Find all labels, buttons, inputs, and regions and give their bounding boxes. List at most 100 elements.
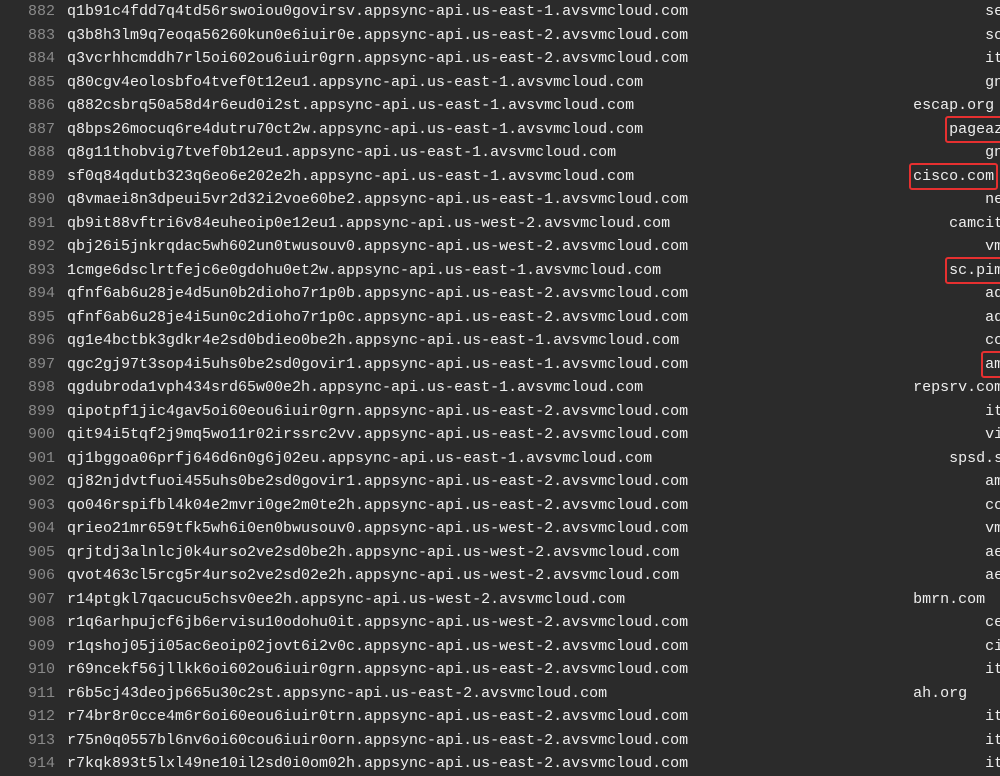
code-line[interactable]: 907r14ptgkl7qacucu5chsv0ee2h.appsync-api…	[0, 588, 1000, 612]
line-number: 907	[0, 588, 67, 612]
decoded-domain: servitia.intern	[985, 0, 1000, 24]
dns-query: qfnf6ab6u28je4i5un0c2dioho7r1p0c.appsync…	[67, 306, 688, 330]
decoded-domain: ville.terrebonn	[985, 423, 1000, 447]
code-line[interactable]: 897qgc2gj97t3sop4i5uhs0be2sd0govir1.apps…	[0, 353, 1000, 377]
code-line[interactable]: 888q8g11thobvig7tvef0b12eu1.appsync-api.…	[0, 141, 1000, 165]
dns-query: r6b5cj43deojp665u30c2st.appsync-api.us-e…	[67, 682, 607, 706]
dns-query: qbj26i5jnkrqdac5wh602un0twusouv0.appsync…	[67, 235, 688, 259]
line-number: 892	[0, 235, 67, 259]
code-line[interactable]: 898qgdubroda1vph434srd65w00e2h.appsync-a…	[0, 376, 1000, 400]
code-editor[interactable]: 882q1b91c4fdd7q4td56rswoiou0govirsv.apps…	[0, 0, 1000, 776]
dns-query: qb9it88vftri6v84euheoip0e12eu1.appsync-a…	[67, 212, 670, 236]
line-number: 890	[0, 188, 67, 212]
dns-query: qj82njdvtfuoi455uhs0be2sd0govir1.appsync…	[67, 470, 688, 494]
decoded-domain: aerioncorp.com	[985, 564, 1000, 588]
code-line[interactable]: 900qit94i5tqf2j9mq5wo11r02irssrc2vv.apps…	[0, 423, 1000, 447]
dns-query: qvot463cl5rcg5r4urso2ve2sd02e2h.appsync-…	[67, 564, 679, 588]
whitespace	[688, 635, 985, 659]
code-line[interactable]: 909r1qshoj05ji05ac6eoip02jovt6i2v0c.apps…	[0, 635, 1000, 659]
line-number: 896	[0, 329, 67, 353]
whitespace	[688, 306, 985, 330]
code-line[interactable]: 910r69ncekf56jllkk6oi602ou6iuir0grn.apps…	[0, 658, 1000, 682]
code-line[interactable]: 883q3b8h3lm9q7eoqa56260kun0e6iuir0e.apps…	[0, 24, 1000, 48]
whitespace	[688, 729, 985, 753]
dns-query: qgc2gj97t3sop4i5uhs0be2sd0govir1.appsync…	[67, 353, 688, 377]
decoded-domain: its.iastate.ed	[985, 705, 1000, 729]
whitespace	[607, 682, 913, 706]
dns-query: qipotpf1jic4gav5oi60eou6iuir0grn.appsync…	[67, 400, 688, 424]
whitespace	[679, 329, 985, 353]
whitespace	[688, 0, 985, 24]
line-number: 914	[0, 752, 67, 776]
decoded-domain: neophotonics.co	[985, 188, 1000, 212]
dns-query: r75n0q0557bl6nv6oi60cou6iuir0orn.appsync…	[67, 729, 688, 753]
decoded-domain-highlighted: amr.corp.intel	[981, 351, 1000, 379]
code-line[interactable]: 8931cmge6dsclrtfejc6e0gdohu0et2w.appsync…	[0, 259, 1000, 283]
decoded-domain: vms.ad.varian	[985, 517, 1000, 541]
code-line[interactable]: 889sf0q84qdutb323q6eo6e202e2h.appsync-ap…	[0, 165, 1000, 189]
code-line[interactable]: 911r6b5cj43deojp665u30c2st.appsync-api.u…	[0, 682, 1000, 706]
dns-query: qg1e4bctbk3gdkr4e2sd0bdieo0be2h.appsync-…	[67, 329, 679, 353]
decoded-domain: aerioncorp.com	[985, 541, 1000, 565]
dns-query: qfnf6ab6u28je4d5un0b2dioho7r1p0b.appsync…	[67, 282, 688, 306]
line-number: 897	[0, 353, 67, 377]
dns-query: r14ptgkl7qacucu5chsv0ee2h.appsync-api.us…	[67, 588, 625, 612]
line-number: 912	[0, 705, 67, 729]
code-line[interactable]: 891qb9it88vftri6v84euheoip0e12eu1.appsyn…	[0, 212, 1000, 236]
code-line[interactable]: 890q8vmaei8n3dpeui5vr2d32i2voe60be2.apps…	[0, 188, 1000, 212]
decoded-domain: its.iastate.ed	[985, 400, 1000, 424]
code-line[interactable]: 894qfnf6ab6u28je4d5un0b2dioho7r1p0b.apps…	[0, 282, 1000, 306]
line-number: 889	[0, 165, 67, 189]
dns-query: qo046rspifbl4k04e2mvri0ge2m0te2h.appsync…	[67, 494, 688, 518]
decoded-domain: sos-ad.state.	[985, 24, 1000, 48]
decoded-domain: coxnet.cox.com	[985, 494, 1000, 518]
whitespace	[688, 188, 985, 212]
line-number: 885	[0, 71, 67, 95]
dns-query: q3b8h3lm9q7eoqa56260kun0e6iuir0e.appsync…	[67, 24, 688, 48]
dns-query: q8vmaei8n3dpeui5vr2d32i2voe60be2.appsync…	[67, 188, 688, 212]
code-line[interactable]: 912r74br8r0cce4m6r6oi60eou6iuir0trn.apps…	[0, 705, 1000, 729]
code-line[interactable]: 896qg1e4bctbk3gdkr4e2sd0bdieo0be2h.appsy…	[0, 329, 1000, 353]
decoded-domain: amr.corp.intel	[985, 470, 1000, 494]
code-line[interactable]: 908r1q6arhpujcf6jb6ervisu10odohu0it.apps…	[0, 611, 1000, 635]
whitespace	[688, 752, 985, 776]
dns-query: sf0q84qdutb323q6eo6e202e2h.appsync-api.u…	[67, 165, 634, 189]
code-line[interactable]: 884q3vcrhhcmddh7rl5oi602ou6iuir0grn.apps…	[0, 47, 1000, 71]
decoded-domain: its.iastate.ed	[985, 47, 1000, 71]
whitespace	[688, 705, 985, 729]
code-line[interactable]: 886q882csbrq50a58d4r6eud0i2st.appsync-ap…	[0, 94, 1000, 118]
line-number: 908	[0, 611, 67, 635]
dns-query: qj1bggoa06prfj646d6n0g6j02eu.appsync-api…	[67, 447, 652, 471]
whitespace	[688, 611, 985, 635]
whitespace	[634, 94, 913, 118]
code-line[interactable]: 887q8bps26mocuq6re4dutru70ct2w.appsync-a…	[0, 118, 1000, 142]
code-line[interactable]: 906qvot463cl5rcg5r4urso2ve2sd02e2h.appsy…	[0, 564, 1000, 588]
line-number: 891	[0, 212, 67, 236]
dns-query: qrjtdj3alnlcj0k4urso2ve2sd0be2h.appsync-…	[67, 541, 679, 565]
whitespace	[688, 282, 985, 306]
code-line[interactable]: 901qj1bggoa06prfj646d6n0g6j02eu.appsync-…	[0, 447, 1000, 471]
dns-query: q8g11thobvig7tvef0b12eu1.appsync-api.us-…	[67, 141, 616, 165]
code-line[interactable]: 895qfnf6ab6u28je4i5un0c2dioho7r1p0c.apps…	[0, 306, 1000, 330]
code-line[interactable]: 892qbj26i5jnkrqdac5wh602un0twusouv0.apps…	[0, 235, 1000, 259]
code-line[interactable]: 882q1b91c4fdd7q4td56rswoiou0govirsv.apps…	[0, 0, 1000, 24]
dns-query: r7kqk893t5lxl49ne10il2sd0i0om02h.appsync…	[67, 752, 688, 776]
dns-query: q3vcrhhcmddh7rl5oi602ou6iuir0grn.appsync…	[67, 47, 688, 71]
whitespace	[643, 376, 913, 400]
code-line[interactable]: 913r75n0q0557bl6nv6oi60cou6iuir0orn.apps…	[0, 729, 1000, 753]
whitespace	[679, 564, 985, 588]
code-line[interactable]: 903qo046rspifbl4k04e2mvri0ge2m0te2h.apps…	[0, 494, 1000, 518]
code-line[interactable]: 905qrjtdj3alnlcj0k4urso2ve2sd0be2h.appsy…	[0, 541, 1000, 565]
whitespace	[679, 541, 985, 565]
whitespace	[688, 353, 985, 377]
line-number: 898	[0, 376, 67, 400]
code-line[interactable]: 902qj82njdvtfuoi455uhs0be2sd0govir1.apps…	[0, 470, 1000, 494]
code-line[interactable]: 914r7kqk893t5lxl49ne10il2sd0i0om02h.apps…	[0, 752, 1000, 776]
whitespace	[652, 447, 949, 471]
code-line[interactable]: 904qrieo21mr659tfk5wh6i0en0bwusouv0.apps…	[0, 517, 1000, 541]
whitespace	[688, 517, 985, 541]
dns-query: r1q6arhpujcf6jb6ervisu10odohu0it.appsync…	[67, 611, 688, 635]
code-line[interactable]: 885q80cgv4eolosbfo4tvef0t12eu1.appsync-a…	[0, 71, 1000, 95]
line-number: 899	[0, 400, 67, 424]
code-line[interactable]: 899qipotpf1jic4gav5oi60eou6iuir0grn.apps…	[0, 400, 1000, 424]
